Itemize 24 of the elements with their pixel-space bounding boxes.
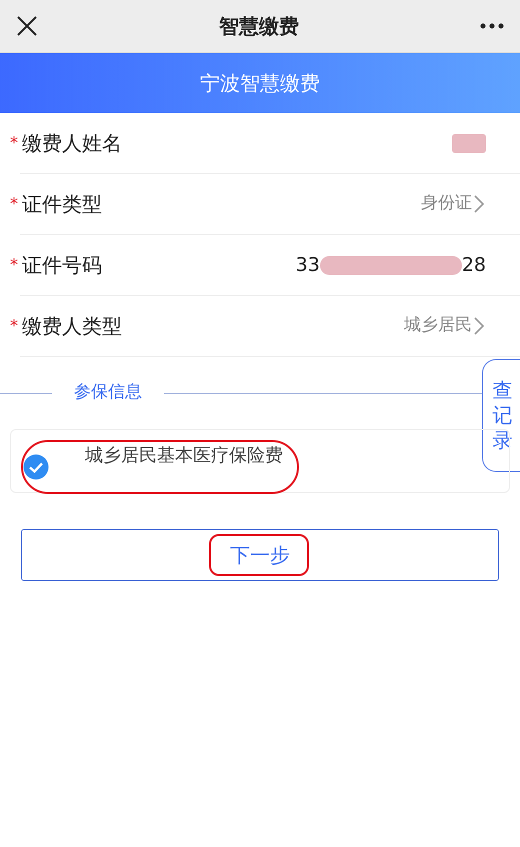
field-label: 缴费人姓名	[22, 130, 122, 157]
required-mark: *	[10, 315, 19, 337]
id-prefix: 33	[296, 252, 320, 278]
next-button[interactable]: 下一步	[21, 529, 499, 581]
section-title: 参保信息	[73, 381, 143, 404]
records-tab[interactable]: 查记录	[482, 359, 520, 472]
more-icon[interactable]	[480, 23, 504, 29]
select-value[interactable]: 城乡居民	[404, 313, 472, 339]
field-label: 证件类型	[22, 191, 102, 218]
select-value[interactable]: 身份证	[421, 191, 472, 217]
close-icon[interactable]	[16, 15, 38, 37]
banner-title: 宁波智慧缴费	[200, 70, 320, 97]
required-mark: *	[10, 254, 19, 276]
chevron-right-icon[interactable]	[472, 194, 486, 214]
field-label: 证件号码	[22, 252, 102, 279]
chevron-right-icon[interactable]	[472, 316, 486, 336]
field-label: 缴费人类型	[22, 313, 122, 340]
checkbox[interactable]	[23, 454, 49, 480]
redaction-mark	[452, 134, 486, 152]
item-label: 城乡居民基本医疗保险费	[85, 444, 283, 468]
required-mark: *	[10, 193, 19, 215]
window-title: 智慧缴费	[219, 13, 299, 40]
id-suffix: 28	[462, 252, 486, 278]
required-mark: *	[10, 132, 19, 154]
